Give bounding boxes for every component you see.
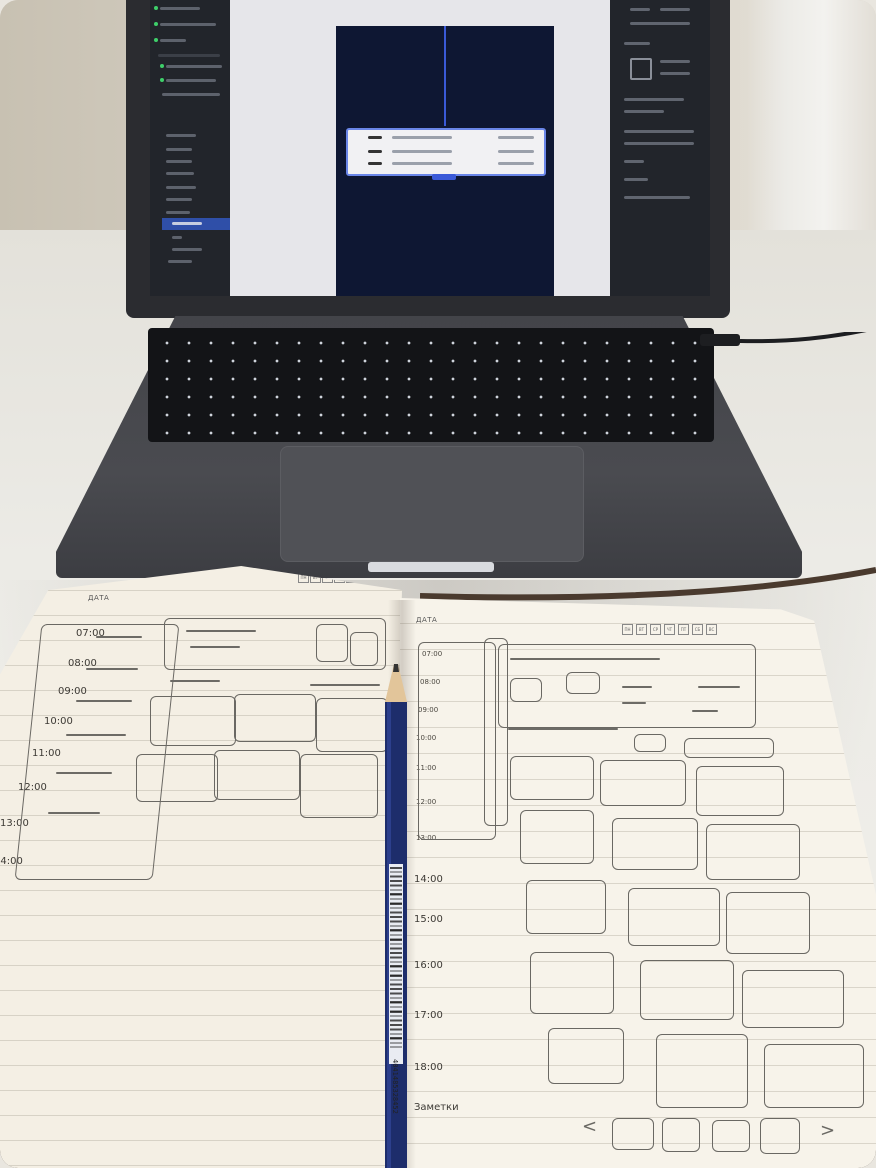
date-label: ДАТА — [416, 616, 438, 624]
sketch-card — [214, 750, 300, 800]
sketch-thumb — [612, 1118, 654, 1150]
sketch-card — [526, 880, 606, 934]
trackpad — [280, 446, 584, 562]
sketch-card — [150, 696, 236, 746]
sketch-prev-arrow: < — [582, 1116, 598, 1137]
sketch-image — [350, 632, 378, 666]
time-label: 15:00 — [414, 914, 443, 925]
notes-label: Заметки — [414, 1102, 459, 1113]
keyboard — [148, 328, 714, 442]
sketch-card — [640, 960, 734, 1020]
sketch-card — [520, 810, 594, 864]
sketch-card — [612, 818, 698, 870]
sketch-thumb — [760, 1118, 800, 1154]
sketch-card — [316, 698, 388, 752]
photo-scene: ДАТА ПНВТСРЧТПТСБВС 07:00 08:00 09:00 10… — [0, 0, 876, 1168]
pencil-barcode-digits: 4041485328452 — [391, 1059, 399, 1114]
sketch-image — [510, 678, 542, 702]
sketch-card — [234, 694, 316, 742]
weekday-box: СР — [650, 624, 661, 635]
weekday-box: ПН — [622, 624, 633, 635]
sketch-card — [696, 766, 784, 816]
sketch-sidebar — [14, 624, 180, 880]
sketch-card — [764, 1044, 864, 1108]
properties-panel — [610, 0, 710, 296]
bookmark-ribbon — [420, 567, 876, 601]
sketch-card — [726, 892, 810, 954]
time-label: 17:00 — [414, 1010, 443, 1021]
left-page: ДАТА ПНВТСРЧТПТСБВС 07:00 08:00 09:00 10… — [0, 566, 402, 1168]
guide-line — [444, 26, 446, 126]
sketch-card — [600, 760, 686, 806]
size-tag — [432, 174, 456, 180]
sketch-card — [628, 888, 720, 946]
sketch-image — [566, 672, 600, 694]
date-label: ДАТА — [88, 594, 110, 602]
laptop-screen — [150, 0, 710, 296]
sketch-button — [684, 738, 774, 758]
weekday-box: ВС — [706, 624, 717, 635]
sketch-card — [706, 824, 800, 880]
sketch-card — [300, 754, 378, 818]
sketch-image — [316, 624, 348, 662]
sketch-card — [510, 756, 594, 800]
sketch-card — [548, 1028, 624, 1084]
weekday-box: СБ — [692, 624, 703, 635]
weekday-box: ПТ — [678, 624, 689, 635]
sketch-checkbox — [634, 734, 666, 752]
weekday-box: ВТ — [636, 624, 647, 635]
sketch-card — [136, 754, 218, 802]
sketch-card — [742, 970, 844, 1028]
sketch-card — [530, 952, 614, 1014]
sketch-card — [656, 1034, 748, 1108]
time-label: 16:00 — [414, 960, 443, 971]
sketch-thumb — [662, 1118, 700, 1152]
selected-component — [346, 128, 546, 176]
time-label: 18:00 — [414, 1062, 443, 1073]
sketch-thumb — [712, 1120, 750, 1152]
time-label: 14:00 — [414, 874, 443, 885]
pencil: 4041485328452 — [385, 664, 407, 1168]
charging-cable — [700, 332, 867, 346]
weekday-box: ЧТ — [664, 624, 675, 635]
sketch-next-arrow: > — [820, 1120, 836, 1141]
right-page: ДАТА ПН ВТ СР ЧТ ПТ СБ ВС 07:00 08:00 09:00 10… — [400, 598, 876, 1168]
